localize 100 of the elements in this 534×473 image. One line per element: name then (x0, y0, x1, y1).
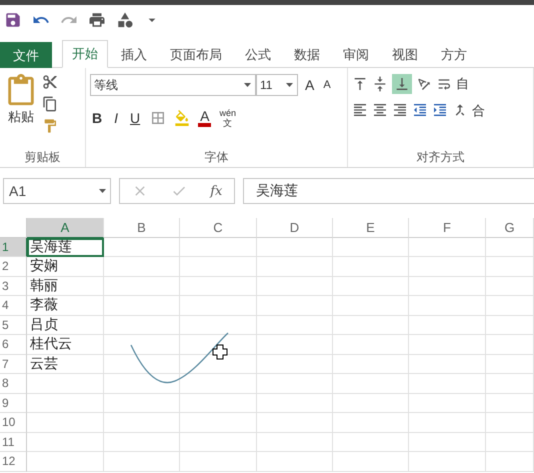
table-cell[interactable] (27, 374, 104, 394)
table-cell[interactable] (180, 374, 257, 394)
table-cell[interactable] (333, 432, 409, 452)
top-align-icon[interactable] (352, 76, 368, 92)
table-cell[interactable] (486, 257, 534, 276)
ribbon-tab[interactable]: 公式 (235, 40, 281, 68)
table-cell[interactable] (180, 276, 257, 296)
decrease-indent-icon[interactable] (412, 102, 428, 118)
shapes-icon[interactable] (116, 11, 134, 29)
table-cell[interactable] (257, 374, 333, 394)
font-name-field[interactable]: 等线 (90, 74, 256, 96)
fill-color-icon[interactable] (174, 110, 190, 126)
table-cell[interactable] (257, 296, 333, 316)
table-cell[interactable] (257, 413, 333, 432)
font-size-field[interactable]: 11 (256, 74, 298, 96)
row-header[interactable]: 1 (0, 238, 27, 257)
row-header[interactable]: 6 (0, 335, 27, 354)
table-cell[interactable] (409, 276, 486, 296)
column-header[interactable]: D (257, 218, 333, 238)
column-header[interactable]: C (180, 218, 257, 238)
table-cell[interactable] (409, 452, 486, 472)
table-cell[interactable] (257, 452, 333, 472)
table-cell[interactable] (333, 238, 409, 257)
table-cell[interactable] (104, 257, 180, 276)
row-header[interactable]: 11 (0, 432, 27, 452)
table-cell[interactable] (257, 276, 333, 296)
row-header[interactable]: 7 (0, 354, 27, 374)
table-cell[interactable] (333, 335, 409, 354)
ribbon-tab[interactable]: 插入 (111, 40, 157, 68)
table-cell[interactable] (409, 432, 486, 452)
table-cell[interactable] (333, 296, 409, 316)
table-cell[interactable] (180, 238, 257, 257)
table-cell[interactable] (409, 335, 486, 354)
formula-field[interactable]: 吴海莲 (243, 178, 534, 204)
table-cell[interactable] (333, 452, 409, 472)
table-cell[interactable] (257, 238, 333, 257)
text-rotation-icon[interactable] (416, 76, 432, 92)
bold-button[interactable]: B (90, 111, 104, 125)
table-cell[interactable]: 李薇 (27, 296, 104, 316)
table-cell[interactable] (104, 394, 180, 413)
table-cell[interactable] (27, 413, 104, 432)
row-header[interactable]: 9 (0, 394, 27, 413)
wrap-text-label[interactable]: 自 (456, 75, 469, 93)
table-cell[interactable] (486, 238, 534, 257)
paste-button[interactable]: 粘贴 (4, 74, 38, 147)
increase-indent-icon[interactable] (432, 102, 448, 118)
table-cell[interactable] (104, 296, 180, 316)
ribbon-tab[interactable]: 页面布局 (160, 40, 232, 68)
table-cell[interactable] (486, 452, 534, 472)
table-cell[interactable] (333, 316, 409, 335)
column-header[interactable]: G (486, 218, 534, 238)
table-cell[interactable] (486, 316, 534, 335)
column-header[interactable]: A (27, 218, 104, 238)
table-cell[interactable] (104, 432, 180, 452)
copy-icon[interactable] (42, 96, 58, 112)
table-cell[interactable] (486, 296, 534, 316)
row-header[interactable]: 2 (0, 257, 27, 276)
table-cell[interactable] (257, 335, 333, 354)
shrink-font-button[interactable]: A (321, 78, 333, 92)
table-cell[interactable] (486, 276, 534, 296)
table-cell[interactable] (180, 316, 257, 335)
grow-font-button[interactable]: A (303, 78, 316, 92)
table-cell[interactable] (486, 374, 534, 394)
row-header[interactable]: 5 (0, 316, 27, 335)
column-header[interactable]: B (104, 218, 180, 238)
save-icon[interactable] (4, 11, 22, 29)
table-cell[interactable]: 云芸 (27, 354, 104, 374)
table-cell[interactable] (486, 432, 534, 452)
table-cell[interactable] (409, 296, 486, 316)
bottom-align-button[interactable] (392, 74, 412, 94)
table-cell[interactable]: 韩丽 (27, 276, 104, 296)
table-cell[interactable] (104, 276, 180, 296)
table-cell[interactable] (257, 316, 333, 335)
table-cell[interactable] (333, 257, 409, 276)
table-cell[interactable] (333, 354, 409, 374)
table-cell[interactable]: 吴海莲 (27, 238, 104, 257)
row-header[interactable]: 4 (0, 296, 27, 316)
table-cell[interactable] (333, 276, 409, 296)
table-cell[interactable] (180, 394, 257, 413)
table-cell[interactable] (104, 374, 180, 394)
phonetic-button[interactable]: wén 文 (219, 108, 236, 128)
italic-button[interactable]: I (112, 111, 120, 125)
file-tab[interactable]: 文件 (0, 42, 52, 68)
table-cell[interactable] (104, 354, 180, 374)
table-cell[interactable] (257, 257, 333, 276)
table-cell[interactable] (180, 452, 257, 472)
table-cell[interactable] (180, 296, 257, 316)
table-cell[interactable] (27, 432, 104, 452)
table-cell[interactable] (409, 257, 486, 276)
ribbon-tab[interactable]: 数据 (284, 40, 330, 68)
scissors-icon[interactable] (42, 74, 58, 90)
table-cell[interactable] (409, 394, 486, 413)
borders-icon[interactable] (150, 110, 166, 126)
printer-icon[interactable] (88, 11, 106, 29)
ribbon-tab[interactable]: 视图 (382, 40, 428, 68)
table-cell[interactable] (257, 394, 333, 413)
table-cell[interactable]: 吕贞 (27, 316, 104, 335)
table-cell[interactable]: 安娴 (27, 257, 104, 276)
table-cell[interactable] (486, 335, 534, 354)
table-cell[interactable] (104, 316, 180, 335)
